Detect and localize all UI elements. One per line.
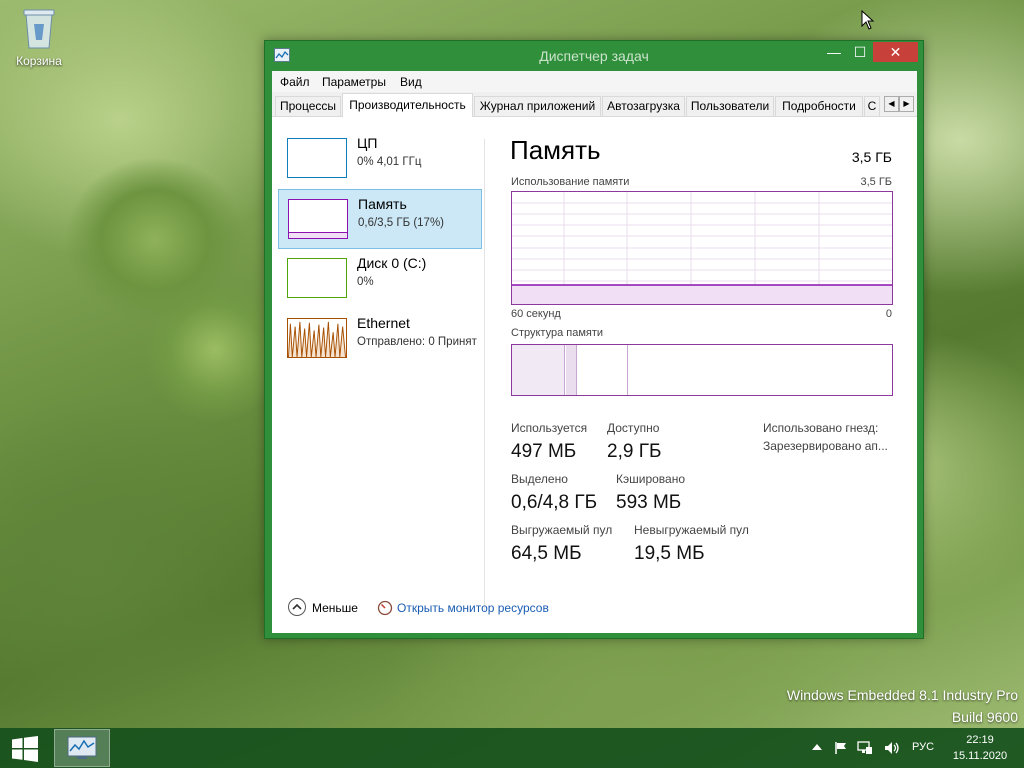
in-use-label: Используется xyxy=(511,421,588,435)
memory-composition-label: Структура памяти xyxy=(511,327,604,339)
resource-cpu[interactable]: ЦП 0% 4,01 ГГц xyxy=(278,129,482,189)
memory-usage-graph-svg xyxy=(512,192,892,304)
memory-title: Память xyxy=(510,135,601,165)
recycle-bin-desktop-icon[interactable]: Корзина xyxy=(8,6,70,68)
clock-time: 22:19 xyxy=(966,734,994,746)
resource-summary: 0% 4,01 ГГц xyxy=(357,156,422,168)
network-icon[interactable] xyxy=(857,741,873,755)
resource-summary: 0% xyxy=(357,276,374,288)
resource-ethernet[interactable]: Ethernet Отправлено: 0 Принят xyxy=(278,309,488,369)
disk-thumbnail-graph xyxy=(287,258,347,298)
memory-total: 3,5 ГБ xyxy=(851,149,892,165)
title-bar[interactable]: Диспетчер задач — ☐ ✕ xyxy=(265,41,923,71)
minimize-button[interactable]: — xyxy=(821,42,847,62)
windows-watermark: Windows Embedded 8.1 Industry Pro Build … xyxy=(787,684,1018,728)
menu-view[interactable]: Вид xyxy=(400,75,422,89)
task-manager-window: Диспетчер задач — ☐ ✕ Файл Параметры Вид… xyxy=(264,40,924,639)
ethernet-thumbnail-graph xyxy=(287,318,347,358)
slots-used-label: Использовано гнезд: xyxy=(763,421,879,435)
nonpaged-pool-value: 19,5 МБ xyxy=(634,543,705,564)
committed-label: Выделено xyxy=(511,472,568,486)
resource-memory[interactable]: Память 0,6/3,5 ГБ (17%) xyxy=(278,189,482,249)
tab-scroll-left-button[interactable]: ◀ xyxy=(884,96,899,112)
tab-performance[interactable]: Производительность xyxy=(342,93,473,117)
action-center-flag-icon[interactable] xyxy=(834,741,848,755)
resource-summary: 0,6/3,5 ГБ (17%) xyxy=(358,217,445,229)
volume-icon[interactable] xyxy=(884,741,900,755)
window-client-area: Файл Параметры Вид Процессы Производител… xyxy=(272,71,917,633)
resource-monitor-icon xyxy=(377,600,393,616)
recycle-bin-label: Корзина xyxy=(16,54,62,68)
tab-startup[interactable]: Автозагрузка xyxy=(602,96,685,116)
memory-usage-max: 3,5 ГБ xyxy=(860,176,892,188)
tab-bar: Процессы Производительность Журнал прило… xyxy=(272,92,917,117)
in-use-value: 497 МБ xyxy=(511,441,577,462)
menu-options[interactable]: Параметры xyxy=(322,75,386,89)
show-hidden-icons-icon[interactable] xyxy=(811,741,823,753)
memory-thumbnail-graph xyxy=(288,199,348,239)
resource-summary: Отправлено: 0 Принят xyxy=(357,336,477,348)
paged-pool-value: 64,5 МБ xyxy=(511,543,582,564)
resource-name: ЦП xyxy=(357,135,378,151)
composition-modified[interactable] xyxy=(566,345,577,395)
resource-name: Диск 0 (C:) xyxy=(357,255,427,271)
paged-pool-label: Выгружаемый пул xyxy=(511,523,613,537)
taskbar-task-manager-button[interactable] xyxy=(54,729,110,767)
memory-composition-bar xyxy=(511,344,893,396)
composition-standby[interactable] xyxy=(578,345,628,395)
memory-usage-label: Использование памяти xyxy=(511,176,630,188)
nonpaged-pool-label: Невыгружаемый пул xyxy=(634,523,749,537)
tab-processes[interactable]: Процессы xyxy=(275,96,341,116)
tab-app-history[interactable]: Журнал приложений xyxy=(474,96,601,116)
menu-file[interactable]: Файл xyxy=(280,75,310,89)
committed-value: 0,6/4,8 ГБ xyxy=(511,492,598,513)
cached-value: 593 МБ xyxy=(616,492,682,513)
close-button[interactable]: ✕ xyxy=(873,42,918,62)
available-value: 2,9 ГБ xyxy=(607,441,662,462)
resource-name: Ethernet xyxy=(357,315,410,331)
input-language-indicator[interactable]: РУС xyxy=(912,741,934,753)
available-label: Доступно xyxy=(607,421,660,435)
taskbar-clock[interactable]: 22:19 15.11.2020 xyxy=(948,732,1012,764)
tab-scroll-right-button[interactable]: ▶ xyxy=(899,96,914,112)
menu-bar: Файл Параметры Вид xyxy=(272,71,917,92)
graph-axis-left-label: 60 секунд xyxy=(511,308,561,320)
clock-date: 15.11.2020 xyxy=(952,750,1008,762)
tab-services[interactable]: С xyxy=(864,96,880,116)
graph-axis-right-label: 0 xyxy=(885,308,892,320)
recycle-bin-icon xyxy=(23,9,55,49)
resource-disk[interactable]: Диск 0 (C:) 0% xyxy=(278,249,482,309)
windows-start-icon[interactable] xyxy=(12,736,38,762)
memory-usage-graph xyxy=(511,191,893,305)
pane-divider[interactable] xyxy=(484,139,485,611)
tab-users[interactable]: Пользователи xyxy=(686,96,774,116)
open-resource-monitor-link[interactable]: Открыть монитор ресурсов xyxy=(397,601,549,615)
mouse-cursor-icon xyxy=(861,10,875,30)
chevron-up-icon[interactable] xyxy=(288,598,306,616)
cached-label: Кэшировано xyxy=(616,472,686,486)
watermark-build: Build 9600 xyxy=(951,709,1018,725)
watermark-edition: Windows Embedded 8.1 Industry Pro xyxy=(786,687,1018,703)
tab-details[interactable]: Подробности xyxy=(775,96,863,116)
fewer-details-button[interactable]: Меньше xyxy=(312,601,358,615)
composition-free[interactable] xyxy=(629,345,892,395)
cpu-thumbnail-graph xyxy=(287,138,347,178)
taskbar: РУС 22:19 15.11.2020 xyxy=(0,728,1024,768)
resource-name: Память xyxy=(358,196,407,212)
task-manager-taskbar-icon xyxy=(67,736,97,759)
maximize-button[interactable]: ☐ xyxy=(847,42,873,62)
composition-in-use[interactable] xyxy=(512,345,565,395)
hardware-reserved-label: Зарезервировано ап... xyxy=(763,439,888,453)
